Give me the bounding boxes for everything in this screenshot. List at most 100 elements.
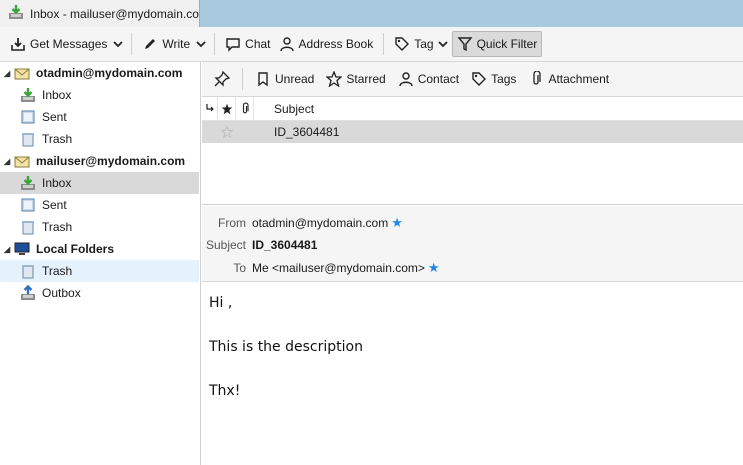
sticky-filter-button[interactable] bbox=[208, 66, 236, 92]
tag-button[interactable]: Tag bbox=[390, 31, 451, 57]
tab-strip: Inbox - mailuser@mydomain.com bbox=[0, 0, 743, 27]
trash-icon bbox=[20, 219, 36, 235]
star-toggle[interactable] bbox=[218, 126, 236, 138]
from-label: From bbox=[218, 216, 246, 230]
address-book-label: Address Book bbox=[298, 37, 374, 51]
message-header: From otadmin@mydomain.com ★ Subject ID_3… bbox=[202, 206, 743, 282]
tab-title: Inbox - mailuser@mydomain.com bbox=[30, 6, 199, 21]
write-label: Write bbox=[162, 37, 191, 51]
tab-inbox[interactable]: Inbox - mailuser@mydomain.com bbox=[0, 0, 200, 27]
folder-sent[interactable]: Sent bbox=[0, 106, 199, 128]
subject-column-header[interactable]: Subject bbox=[254, 102, 314, 116]
star-icon bbox=[326, 71, 343, 87]
expanded-twisty-icon: ◢ bbox=[4, 244, 11, 254]
chevron-down-icon bbox=[113, 41, 124, 48]
bookmark-icon bbox=[255, 71, 271, 87]
thread-column-header: Subject bbox=[202, 96, 743, 121]
account-name: Local Folders bbox=[36, 242, 115, 256]
folder-label: Trash bbox=[42, 132, 73, 146]
account-name: otadmin@mydomain.com bbox=[36, 66, 183, 80]
tags-filter-button[interactable]: Tags bbox=[465, 66, 522, 92]
mail-account-icon bbox=[14, 65, 30, 81]
contact-filter-button[interactable]: Contact bbox=[392, 66, 465, 92]
quick-filter-button[interactable]: Quick Filter bbox=[451, 31, 543, 57]
unread-filter-button[interactable]: Unread bbox=[249, 66, 320, 92]
star-column[interactable] bbox=[218, 96, 236, 121]
write-dropdown[interactable] bbox=[194, 31, 208, 57]
folder-inbox[interactable]: Inbox bbox=[0, 172, 199, 194]
body-line: Hi , bbox=[209, 295, 233, 311]
address-book-button[interactable]: Address Book bbox=[275, 31, 378, 57]
thread-list-empty-area bbox=[202, 143, 743, 205]
starred-filter-button[interactable]: Starred bbox=[320, 66, 391, 92]
folder-trash[interactable]: Trash bbox=[0, 216, 199, 238]
folder-outbox[interactable]: Outbox bbox=[0, 282, 199, 304]
outbox-icon bbox=[20, 285, 36, 301]
body-line: Thx! bbox=[209, 383, 241, 399]
filter-icon bbox=[457, 36, 473, 52]
toolbar-separator bbox=[383, 33, 385, 55]
get-messages-button[interactable]: Get Messages bbox=[6, 31, 111, 57]
to-address[interactable]: Me <mailuser@mydomain.com> bbox=[252, 261, 425, 275]
download-icon bbox=[10, 36, 26, 52]
folder-label: Inbox bbox=[42, 176, 72, 190]
unread-filter-label: Unread bbox=[275, 72, 315, 86]
filter-separator bbox=[242, 68, 243, 90]
star-icon[interactable]: ★ bbox=[391, 215, 403, 231]
folder-pane: ◢ otadmin@mydomain.com Inbox Sent Trash … bbox=[0, 62, 201, 465]
folder-trash[interactable]: Trash bbox=[0, 260, 199, 282]
expanded-twisty-icon: ◢ bbox=[4, 156, 11, 166]
account-local-folders[interactable]: ◢ Local Folders bbox=[0, 238, 199, 260]
to-row: To Me <mailuser@mydomain.com> ★ bbox=[202, 257, 743, 279]
star-icon[interactable]: ★ bbox=[428, 260, 440, 276]
paperclip-icon bbox=[242, 101, 249, 113]
contacts-icon bbox=[279, 36, 295, 52]
mail-account-icon bbox=[14, 153, 30, 169]
tags-filter-label: Tags bbox=[491, 72, 517, 86]
computer-icon bbox=[14, 241, 30, 257]
folder-sent[interactable]: Sent bbox=[0, 194, 199, 216]
folder-label: Sent bbox=[42, 198, 67, 212]
trash-icon bbox=[20, 131, 36, 147]
subject-label: Subject bbox=[205, 238, 246, 252]
sent-icon bbox=[20, 109, 36, 125]
contact-filter-label: Contact bbox=[417, 72, 460, 86]
folder-label: Sent bbox=[42, 110, 67, 124]
folder-inbox[interactable]: Inbox bbox=[0, 84, 199, 106]
paperclip-icon bbox=[528, 71, 544, 87]
pin-icon bbox=[214, 71, 230, 87]
main-toolbar: Get Messages Write Chat Address Book Tag bbox=[0, 27, 743, 62]
get-messages-label: Get Messages bbox=[30, 37, 108, 51]
account-mailuser[interactable]: ◢ mailuser@mydomain.com bbox=[0, 150, 199, 172]
subject-value: ID_3604481 bbox=[252, 238, 318, 252]
inbox-icon bbox=[8, 4, 24, 23]
sent-icon bbox=[20, 197, 36, 213]
attachment-filter-button[interactable]: Attachment bbox=[522, 66, 615, 92]
chat-icon bbox=[225, 36, 241, 52]
account-otadmin[interactable]: ◢ otadmin@mydomain.com bbox=[0, 62, 199, 84]
pencil-icon bbox=[142, 36, 158, 52]
star-icon bbox=[221, 103, 232, 114]
expanded-twisty-icon: ◢ bbox=[4, 68, 11, 78]
message-body: Hi , This is the description Thx! bbox=[202, 283, 743, 465]
attachment-filter-label: Attachment bbox=[548, 72, 610, 86]
to-label: To bbox=[233, 261, 246, 275]
message-subject: ID_3604481 bbox=[274, 125, 340, 139]
table-row[interactable]: ID_3604481 bbox=[202, 121, 743, 143]
body-line: This is the description bbox=[209, 339, 363, 355]
star-icon bbox=[221, 126, 233, 138]
folder-trash[interactable]: Trash bbox=[0, 128, 199, 150]
thread-column[interactable] bbox=[202, 96, 218, 121]
quick-filter-label: Quick Filter bbox=[476, 37, 538, 51]
attachment-column[interactable] bbox=[236, 96, 254, 121]
from-address[interactable]: otadmin@mydomain.com bbox=[252, 216, 388, 230]
get-messages-dropdown[interactable] bbox=[111, 31, 125, 57]
tag-label: Tag bbox=[414, 37, 434, 51]
quick-filter-bar: Unread Starred Contact Tags Attachment bbox=[202, 62, 743, 97]
chat-button[interactable]: Chat bbox=[221, 31, 274, 57]
starred-filter-label: Starred bbox=[346, 72, 386, 86]
chevron-down-icon bbox=[437, 41, 448, 48]
trash-icon bbox=[20, 263, 36, 279]
tag-icon bbox=[471, 71, 487, 87]
write-button[interactable]: Write bbox=[138, 31, 194, 57]
